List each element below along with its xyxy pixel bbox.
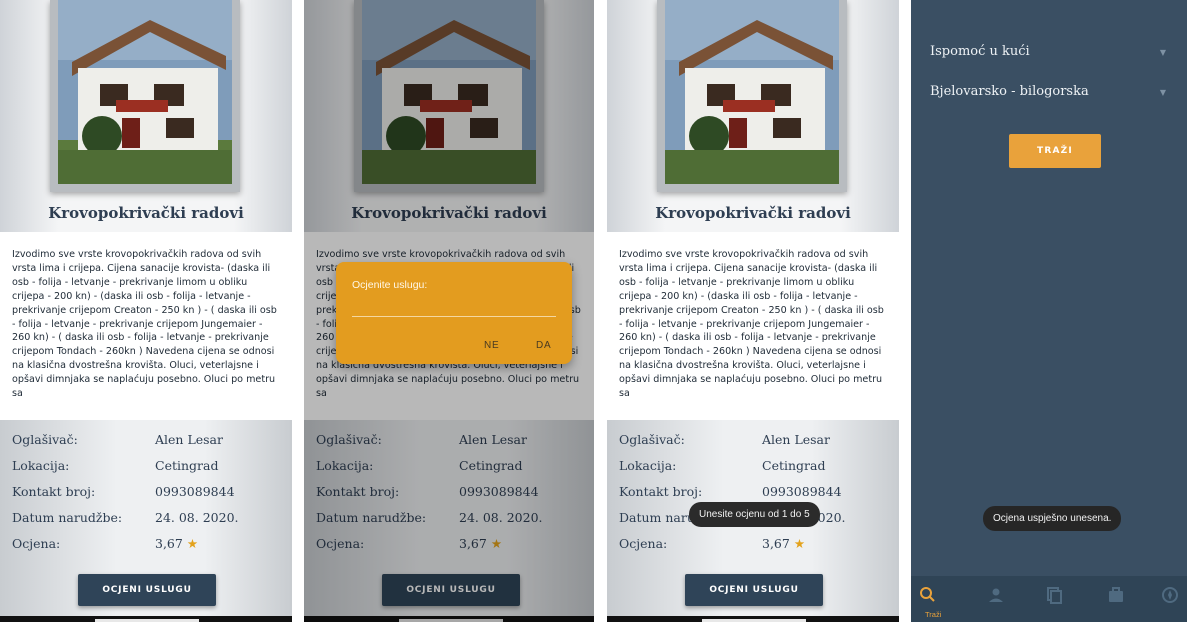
location-value: Cetingrad — [762, 458, 826, 473]
location-value: Cetingrad — [155, 458, 219, 473]
system-nav-bar — [0, 616, 292, 622]
phone-row: Kontakt broj: 0993089844 — [619, 484, 891, 504]
rating-value-wrap: 3,67 ★ — [762, 536, 805, 551]
county-select[interactable]: Bjelovarsko - bilogorska ▼ — [930, 78, 1168, 110]
nav-search[interactable]: Traži — [917, 584, 947, 619]
advertiser-label: Oglašivač: — [12, 432, 78, 447]
listing-description: Izvodimo sve vrste krovopokrivačkih rado… — [12, 249, 277, 400]
listing-view: Krovopokrivački radovi Izvodimo sve vrst… — [0, 0, 292, 622]
system-nav-bar — [607, 616, 899, 622]
dialog-yes-button[interactable]: DA — [536, 340, 552, 351]
star-icon: ★ — [186, 536, 199, 551]
phone-value[interactable]: 0993089844 — [155, 484, 235, 499]
listing-view: Krovopokrivački radovi Izvodimo sve vrst… — [607, 0, 899, 622]
rating-row: Ocjena: 3,67 ★ — [12, 536, 284, 556]
house-photo[interactable] — [665, 0, 839, 184]
house-photo[interactable] — [58, 0, 232, 184]
rate-service-button[interactable]: OCJENI USLUGU — [685, 574, 823, 606]
listing-screen-1: Krovopokrivački radovi Izvodimo sve vrst… — [0, 0, 292, 622]
category-select-value: Ispomoć u kući — [930, 44, 1030, 59]
person-icon — [989, 588, 1003, 602]
date-value: 24. 08. 2020. — [155, 510, 239, 525]
listing-photo-frame — [657, 0, 847, 192]
dialog-title: Ocjenite uslugu: — [352, 279, 428, 291]
rating-value: 3,67 — [155, 536, 183, 551]
location-row: Lokacija: Cetingrad — [12, 458, 284, 478]
search-screen: Ispomoć u kući ▼ Bjelovarsko - bilogorsk… — [911, 0, 1187, 622]
nav-jobs[interactable] — [1105, 584, 1135, 614]
rating-success-toast: Ocjena uspješno unesena. — [983, 506, 1122, 531]
nav-listings[interactable] — [1043, 584, 1073, 614]
listing-screen-3: Krovopokrivački radovi Izvodimo sve vrst… — [607, 0, 899, 622]
rating-value: 3,67 — [762, 536, 790, 551]
listing-photo-frame — [50, 0, 240, 192]
listing-title: Krovopokrivački radovi — [655, 204, 851, 222]
search-icon — [920, 587, 935, 602]
nav-profile[interactable] — [985, 584, 1015, 614]
date-row: Datum narudžbe: 24. 08. 2020. — [12, 510, 284, 530]
rate-service-button[interactable]: OCJENI USLUGU — [78, 574, 216, 606]
rating-label: Ocjena: — [12, 536, 61, 551]
dialog-no-button[interactable]: NE — [484, 340, 500, 351]
location-label: Lokacija: — [619, 458, 677, 473]
phone-label: Kontakt broj: — [619, 484, 703, 499]
advertiser-row: Oglašivač: Alen Lesar — [12, 432, 284, 452]
chevron-down-icon: ▼ — [1159, 88, 1166, 97]
phone-label: Kontakt broj: — [12, 484, 96, 499]
category-select[interactable]: Ispomoć u kući ▼ — [930, 38, 1168, 70]
listing-description: Izvodimo sve vrste krovopokrivačkih rado… — [619, 249, 884, 400]
compass-icon — [1162, 587, 1178, 603]
bottom-navigation: Traži — [911, 576, 1187, 622]
listing-screen-2: Krovopokrivački radovi Izvodimo sve vrst… — [304, 0, 594, 622]
rating-input[interactable] — [352, 316, 556, 317]
briefcase-icon — [1109, 587, 1123, 602]
listing-hero: Krovopokrivački radovi — [0, 0, 292, 232]
phone-row: Kontakt broj: 0993089844 — [12, 484, 284, 504]
listing-hero: Krovopokrivački radovi — [607, 0, 899, 232]
nav-search-label: Traži — [925, 610, 942, 619]
copy-icon — [1047, 587, 1062, 604]
advertiser-label: Oglašivač: — [619, 432, 685, 447]
advertiser-row: Oglašivač: Alen Lesar — [619, 432, 891, 452]
search-button[interactable]: TRAŽI — [1009, 134, 1101, 168]
advertiser-value: Alen Lesar — [155, 432, 223, 447]
date-label: Datum narudžbe: — [12, 510, 123, 525]
phone-value[interactable]: 0993089844 — [762, 484, 842, 499]
nav-explore[interactable] — [1159, 584, 1187, 614]
rating-range-toast: Unesite ocjenu od 1 do 5 — [689, 502, 820, 527]
rating-row: Ocjena: 3,67 ★ — [619, 536, 891, 556]
location-label: Lokacija: — [12, 458, 70, 473]
chevron-down-icon: ▼ — [1159, 48, 1166, 57]
rating-value-wrap: 3,67 ★ — [155, 536, 198, 551]
listing-title: Krovopokrivački radovi — [48, 204, 244, 222]
rating-dialog: Ocjenite uslugu: NE DA — [336, 262, 572, 364]
advertiser-value: Alen Lesar — [762, 432, 830, 447]
location-row: Lokacija: Cetingrad — [619, 458, 891, 478]
star-icon: ★ — [793, 536, 806, 551]
county-select-value: Bjelovarsko - bilogorska — [930, 84, 1089, 99]
rating-label: Ocjena: — [619, 536, 668, 551]
